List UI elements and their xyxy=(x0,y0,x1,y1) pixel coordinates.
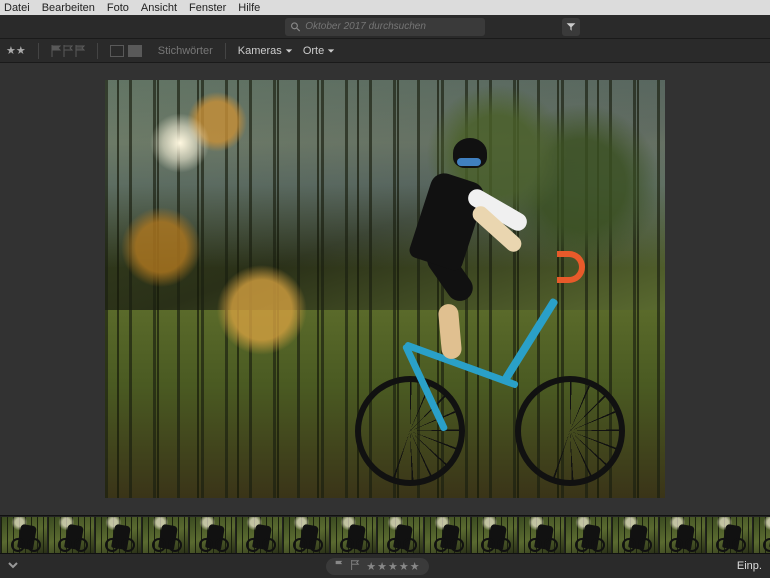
thumbnail[interactable] xyxy=(330,517,376,553)
thumbnail[interactable] xyxy=(753,517,770,553)
search-icon xyxy=(291,22,300,32)
flag-icon xyxy=(75,45,85,57)
thumbnail[interactable] xyxy=(283,517,329,553)
filmstrip[interactable] xyxy=(0,515,770,553)
cameras-dropdown[interactable]: Kameras xyxy=(238,45,293,57)
flag-icon xyxy=(63,45,73,57)
cameras-label: Kameras xyxy=(238,45,282,57)
thumbnail[interactable] xyxy=(518,517,564,553)
menu-photo[interactable]: Foto xyxy=(107,2,129,14)
thumbnail[interactable] xyxy=(612,517,658,553)
thumbnail[interactable] xyxy=(1,517,47,553)
rating-filter[interactable]: ★ ★ xyxy=(6,44,26,57)
main-photo xyxy=(105,80,665,498)
flag-reject-icon xyxy=(350,560,360,573)
chevron-down-icon xyxy=(8,560,18,570)
fit-button[interactable]: Einp. xyxy=(737,560,762,572)
bottom-bar: ★★★★★ Einp. xyxy=(0,553,770,578)
chevron-down-icon xyxy=(327,47,335,55)
rating-pill[interactable]: ★★★★★ xyxy=(326,558,428,575)
thumbnail[interactable] xyxy=(236,517,282,553)
menu-file[interactable]: Datei xyxy=(4,2,30,14)
thumbnail[interactable] xyxy=(424,517,470,553)
chevron-down-icon xyxy=(285,47,293,55)
separator xyxy=(38,43,39,59)
menu-help[interactable]: Hilfe xyxy=(238,2,260,14)
keywords-label[interactable]: Stichwörter xyxy=(158,45,213,57)
places-label: Orte xyxy=(303,45,324,57)
search-box[interactable] xyxy=(285,18,485,36)
expand-button[interactable] xyxy=(8,560,18,573)
thumbnail[interactable] xyxy=(48,517,94,553)
places-dropdown[interactable]: Orte xyxy=(303,45,335,57)
filter-button[interactable] xyxy=(562,18,580,36)
thumbnail[interactable] xyxy=(189,517,235,553)
rectangle-icon xyxy=(110,45,124,57)
thumbnail[interactable] xyxy=(706,517,752,553)
thumbnail[interactable] xyxy=(565,517,611,553)
funnel-icon xyxy=(566,22,576,32)
thumbnail[interactable] xyxy=(95,517,141,553)
thumbnail[interactable] xyxy=(659,517,705,553)
photo-viewer[interactable] xyxy=(0,63,770,515)
separator xyxy=(97,43,98,59)
menu-bar: Datei Bearbeiten Foto Ansicht Fenster Hi… xyxy=(0,0,770,15)
flag-pick-icon xyxy=(334,560,344,573)
filter-toolbar: ★ ★ Stichwörter Kameras Orte xyxy=(0,39,770,63)
search-row xyxy=(0,15,770,39)
thumbnail[interactable] xyxy=(377,517,423,553)
flag-filter[interactable] xyxy=(51,45,85,57)
menu-edit[interactable]: Bearbeiten xyxy=(42,2,95,14)
crop-filter[interactable] xyxy=(110,45,142,57)
flag-icon xyxy=(51,45,61,57)
rectangle-filled-icon xyxy=(128,45,142,57)
separator xyxy=(225,43,226,59)
thumbnail[interactable] xyxy=(471,517,517,553)
star-rating[interactable]: ★★★★★ xyxy=(366,560,420,573)
menu-view[interactable]: Ansicht xyxy=(141,2,177,14)
star-icon: ★ xyxy=(16,44,26,57)
menu-window[interactable]: Fenster xyxy=(189,2,226,14)
star-icon: ★ xyxy=(6,44,16,57)
thumbnail[interactable] xyxy=(142,517,188,553)
search-input[interactable] xyxy=(305,21,479,32)
